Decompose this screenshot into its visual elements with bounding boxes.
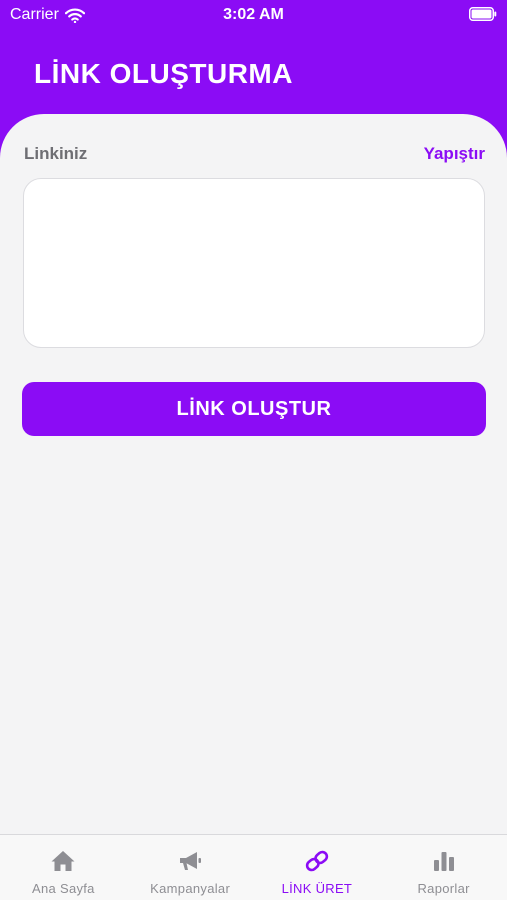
link-input[interactable] <box>23 178 485 348</box>
tab-home[interactable]: Ana Sayfa <box>0 835 127 900</box>
tab-home-label: Ana Sayfa <box>32 881 95 896</box>
tab-reports-label: Raporlar <box>417 881 470 896</box>
content-panel: Linkiniz Yapıştır LİNK OLUŞTUR <box>0 114 507 834</box>
tab-link-create-label: LİNK ÜRET <box>281 881 353 896</box>
tab-campaigns-label: Kampanyalar <box>150 881 231 896</box>
tab-reports[interactable]: Raporlar <box>380 835 507 900</box>
bottom-tab-bar: Ana Sayfa Kampanyalar LİNK ÜRET Raporlar <box>0 834 507 900</box>
app-header: LİNK OLUŞTURMA <box>0 32 507 122</box>
link-field-label: Linkiniz <box>24 144 88 163</box>
status-time: 3:02 AM <box>223 6 284 23</box>
create-link-button[interactable]: LİNK OLUŞTUR <box>22 382 486 436</box>
home-icon <box>51 851 75 871</box>
paste-button[interactable]: Yapıştır <box>424 144 485 164</box>
tab-campaigns[interactable]: Kampanyalar <box>127 835 254 900</box>
bar-chart-icon <box>433 852 454 871</box>
battery-icon <box>469 7 497 21</box>
tab-link-create[interactable]: LİNK ÜRET <box>254 835 381 900</box>
link-icon <box>305 850 329 872</box>
megaphone-icon <box>180 852 202 870</box>
link-label-row: Linkiniz Yapıştır <box>24 144 485 166</box>
status-bar: Carrier 3:02 AM <box>0 0 507 32</box>
page-title: LİNK OLUŞTURMA <box>34 58 293 89</box>
